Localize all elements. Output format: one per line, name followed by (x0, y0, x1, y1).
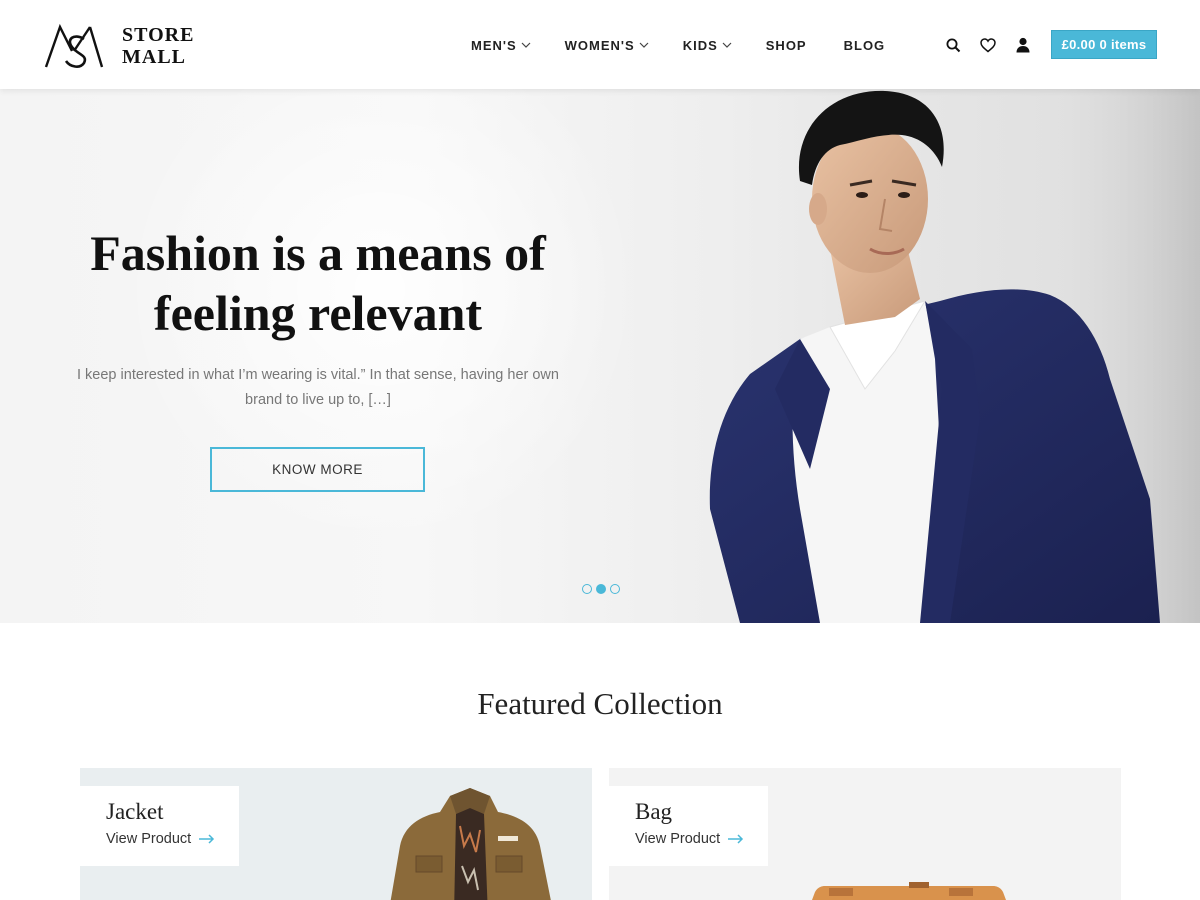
view-product-link[interactable]: View Product (106, 831, 239, 847)
jacket-image (390, 788, 551, 900)
hero-description: I keep interested in what I’m wearing is… (77, 367, 559, 408)
nav-item-label: MEN'S (471, 37, 517, 53)
search-icon[interactable] (944, 36, 962, 54)
view-product-link[interactable]: View Product (635, 831, 768, 847)
hero-model-image (709, 89, 1200, 623)
hero-title: Fashion is a means of feeling relevant (90, 225, 546, 341)
know-more-button[interactable]: KNOW MORE (210, 447, 425, 492)
slider-dot[interactable] (582, 584, 592, 594)
logo-line-2: MALL (122, 46, 186, 68)
header-actions (944, 36, 1049, 54)
nav-item-label: KIDS (682, 37, 718, 53)
arrow-right-icon (199, 834, 215, 844)
user-icon[interactable] (1014, 36, 1032, 54)
slider-dot[interactable] (610, 584, 620, 594)
chevron-down-icon (639, 42, 649, 48)
chevron-down-icon (722, 42, 732, 48)
nav-item-label: BLOG (843, 37, 886, 53)
heart-icon[interactable] (979, 36, 997, 54)
store-logo[interactable]: STORE MALL (44, 20, 204, 72)
nav-item-mens[interactable]: MEN'S (471, 38, 531, 53)
nav-item-blog[interactable]: BLOG (844, 38, 886, 53)
card-title: Jacket (106, 799, 164, 824)
featured-card-jacket[interactable]: Jacket View Product (80, 768, 592, 900)
logo-monogram-icon (44, 23, 104, 68)
card-title: Bag (635, 799, 673, 824)
cart-button[interactable]: £0.00 0 items (1051, 30, 1157, 59)
nav-item-shop[interactable]: SHOP (766, 38, 807, 53)
featured-card-bag[interactable]: Bag View Product (609, 768, 1121, 900)
nav-item-womens[interactable]: WOMEN'S (565, 38, 649, 53)
chevron-down-icon (521, 42, 531, 48)
slider-pagination (582, 584, 624, 594)
site-header: STORE MALL MEN'S WOMEN'S KIDS SHOP BLOG (0, 0, 1200, 89)
nav-item-label: SHOP (765, 37, 807, 53)
card-label: Jacket View Product (80, 786, 239, 866)
arrow-right-icon (728, 834, 744, 844)
featured-collection-title: Featured Collection (477, 686, 723, 721)
view-product-label: View Product (106, 831, 192, 847)
view-product-label: View Product (635, 831, 721, 847)
card-label: Bag View Product (609, 786, 768, 866)
main-nav: MEN'S WOMEN'S KIDS SHOP BLOG (471, 36, 919, 54)
hero-slider: Fashion is a means of feeling relevant I… (0, 89, 1200, 623)
nav-item-kids[interactable]: KIDS (683, 38, 732, 53)
slider-dot-active[interactable] (596, 584, 606, 594)
bag-image (812, 882, 1006, 900)
logo-line-1: STORE (122, 24, 195, 46)
nav-item-label: WOMEN'S (564, 37, 635, 53)
logo-wordmark: STORE MALL (122, 24, 194, 68)
